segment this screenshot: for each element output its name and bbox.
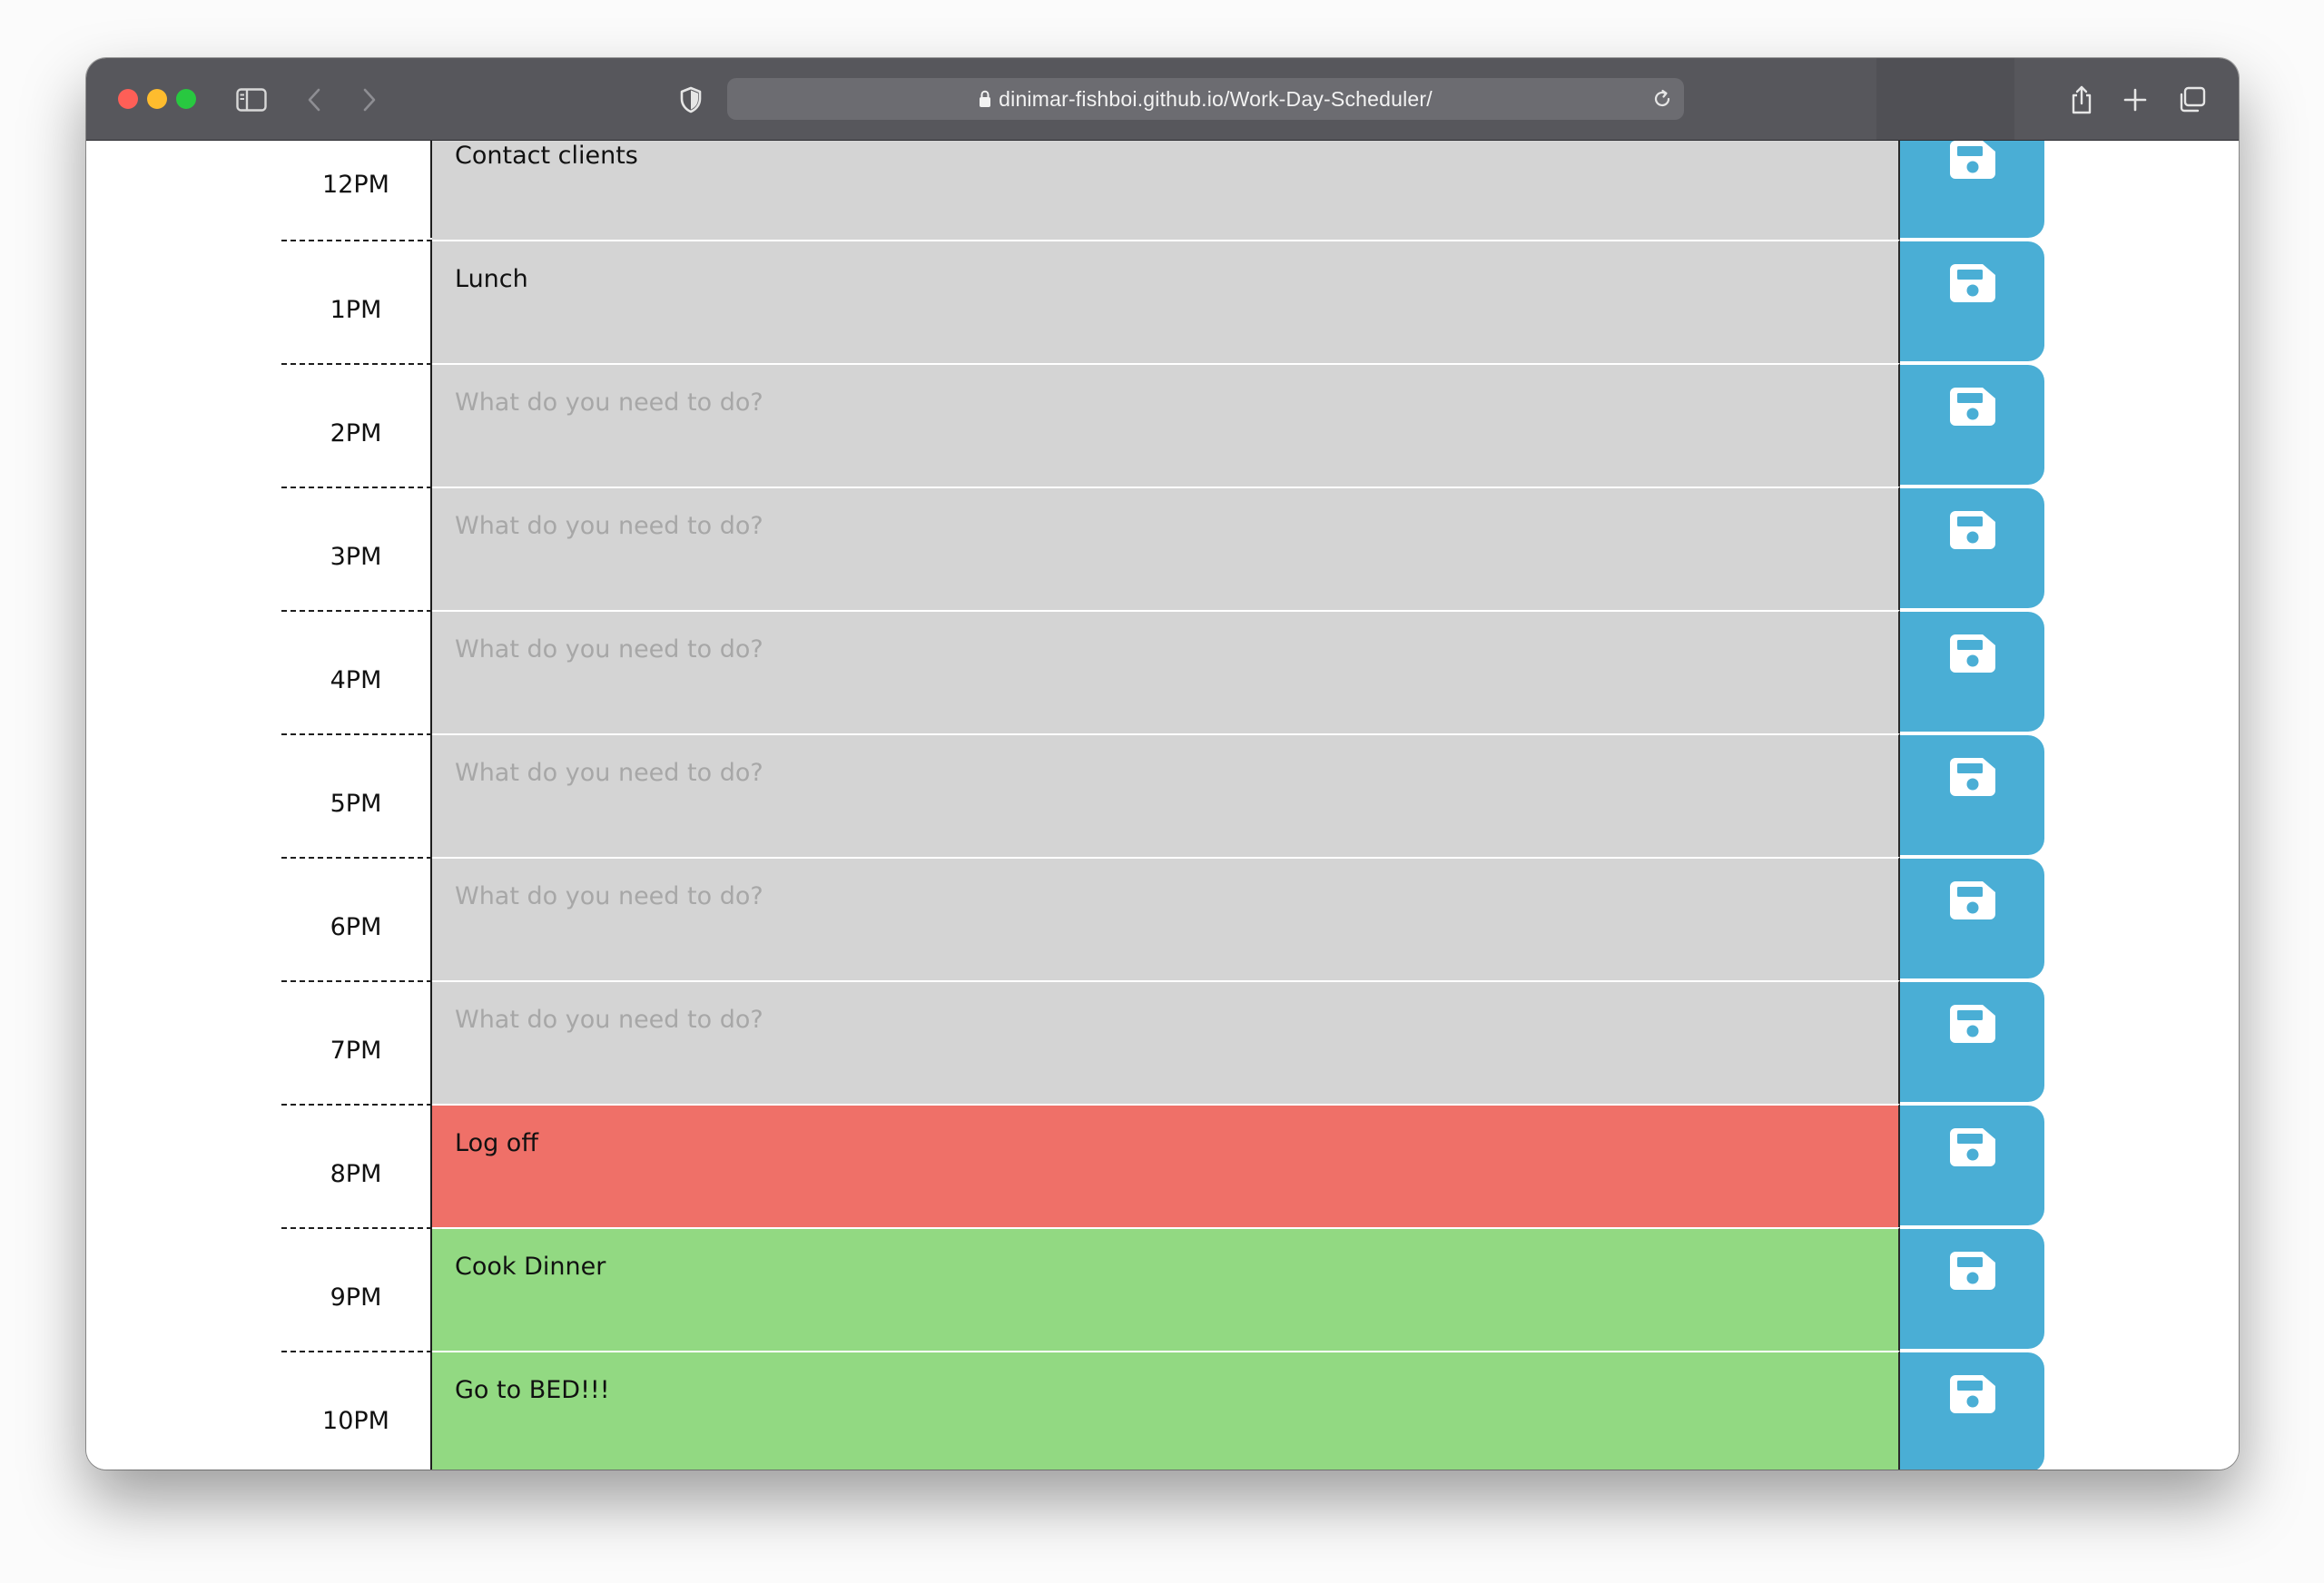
task-description-textarea[interactable]: Go to BED!!! (432, 1351, 1900, 1470)
task-description-text: Go to BED!!! (455, 1376, 610, 1404)
hour-label: 9PM (281, 1227, 432, 1351)
time-block-row: 4PM What do you need to do? (281, 610, 2044, 733)
floppy-disk-icon (1949, 264, 1995, 302)
floppy-disk-icon (1949, 1128, 1995, 1166)
task-description-text: What do you need to do? (455, 635, 763, 664)
task-description-text: What do you need to do? (455, 388, 763, 417)
save-button[interactable] (1900, 365, 2044, 485)
task-description-textarea[interactable]: Cook Dinner (432, 1227, 1900, 1351)
floppy-disk-icon (1949, 388, 1995, 426)
share-icon[interactable] (2063, 82, 2100, 118)
forward-arrow-icon[interactable] (350, 82, 387, 118)
save-button[interactable] (1900, 241, 2044, 361)
back-arrow-icon[interactable] (297, 82, 333, 118)
hour-label: 12PM (281, 141, 432, 238)
new-tab-plus-icon[interactable] (2117, 82, 2153, 118)
close-window-button[interactable] (118, 89, 138, 109)
save-button[interactable] (1900, 1352, 2044, 1470)
address-bar[interactable]: dinimar-fishboi.github.io/Work-Day-Sched… (727, 78, 1684, 120)
zoom-window-button[interactable] (176, 89, 196, 109)
time-block-row: 12PM Contact clients (281, 141, 2044, 240)
minimize-window-button[interactable] (147, 89, 167, 109)
save-button[interactable] (1900, 1106, 2044, 1225)
toolbar-tab-area (1876, 58, 2014, 140)
save-button[interactable] (1900, 859, 2044, 978)
task-description-text: Lunch (455, 265, 528, 293)
tab-overview-icon[interactable] (2174, 82, 2211, 118)
privacy-shield-icon[interactable] (673, 82, 709, 118)
task-description-textarea[interactable]: Log off (432, 1104, 1900, 1227)
task-description-text: What do you need to do? (455, 759, 763, 787)
hour-label: 4PM (281, 610, 432, 733)
task-description-textarea[interactable]: Lunch (432, 240, 1900, 363)
task-description-text: Cook Dinner (455, 1253, 606, 1281)
task-description-textarea[interactable]: What do you need to do? (432, 857, 1900, 980)
task-description-textarea[interactable]: What do you need to do? (432, 733, 1900, 857)
time-block-row: 1PM Lunch (281, 240, 2044, 363)
floppy-disk-icon (1949, 1252, 1995, 1290)
time-block-row: 7PM What do you need to do? (281, 980, 2044, 1104)
time-block-row: 6PM What do you need to do? (281, 857, 2044, 980)
hour-label: 3PM (281, 487, 432, 610)
hour-label: 7PM (281, 980, 432, 1104)
task-description-text: What do you need to do? (455, 1006, 763, 1034)
scheduler-page: 12PM Contact clients 1PM Lunch 2PM What … (86, 141, 2239, 1470)
save-button[interactable] (1900, 735, 2044, 855)
floppy-disk-icon (1949, 634, 1995, 673)
save-button[interactable] (1900, 612, 2044, 732)
task-description-textarea[interactable]: Contact clients (432, 141, 1900, 240)
time-block-row: 9PM Cook Dinner (281, 1227, 2044, 1351)
floppy-disk-icon (1949, 758, 1995, 796)
task-description-textarea[interactable]: What do you need to do? (432, 487, 1900, 610)
floppy-disk-icon (1949, 881, 1995, 919)
task-description-textarea[interactable]: What do you need to do? (432, 610, 1900, 733)
browser-window: dinimar-fishboi.github.io/Work-Day-Sched… (86, 58, 2239, 1470)
task-description-textarea[interactable]: What do you need to do? (432, 363, 1900, 487)
save-button[interactable] (1900, 488, 2044, 608)
time-block-list: 12PM Contact clients 1PM Lunch 2PM What … (86, 141, 2239, 1470)
hour-label: 2PM (281, 363, 432, 487)
floppy-disk-icon (1949, 141, 1995, 179)
floppy-disk-icon (1949, 511, 1995, 549)
lock-icon (980, 90, 991, 107)
time-block-row: 5PM What do you need to do? (281, 733, 2044, 857)
url-text: dinimar-fishboi.github.io/Work-Day-Sched… (999, 87, 1433, 111)
reload-icon[interactable] (1649, 86, 1675, 112)
time-block-row: 8PM Log off (281, 1104, 2044, 1227)
browser-toolbar: dinimar-fishboi.github.io/Work-Day-Sched… (86, 58, 2239, 141)
hour-label: 10PM (281, 1351, 432, 1470)
save-button[interactable] (1900, 982, 2044, 1102)
save-button[interactable] (1900, 141, 2044, 238)
floppy-disk-icon (1949, 1005, 1995, 1043)
task-description-text: Contact clients (455, 142, 638, 170)
hour-label: 5PM (281, 733, 432, 857)
time-block-row: 10PM Go to BED!!! (281, 1351, 2044, 1470)
hour-label: 6PM (281, 857, 432, 980)
save-button[interactable] (1900, 1229, 2044, 1349)
sidebar-toggle-icon[interactable] (233, 82, 270, 118)
time-block-row: 2PM What do you need to do? (281, 363, 2044, 487)
time-block-row: 3PM What do you need to do? (281, 487, 2044, 610)
task-description-text: Log off (455, 1129, 538, 1157)
task-description-textarea[interactable]: What do you need to do? (432, 980, 1900, 1104)
hour-label: 8PM (281, 1104, 432, 1227)
task-description-text: What do you need to do? (455, 512, 763, 540)
floppy-disk-icon (1949, 1375, 1995, 1413)
hour-label: 1PM (281, 240, 432, 363)
task-description-text: What do you need to do? (455, 882, 763, 910)
